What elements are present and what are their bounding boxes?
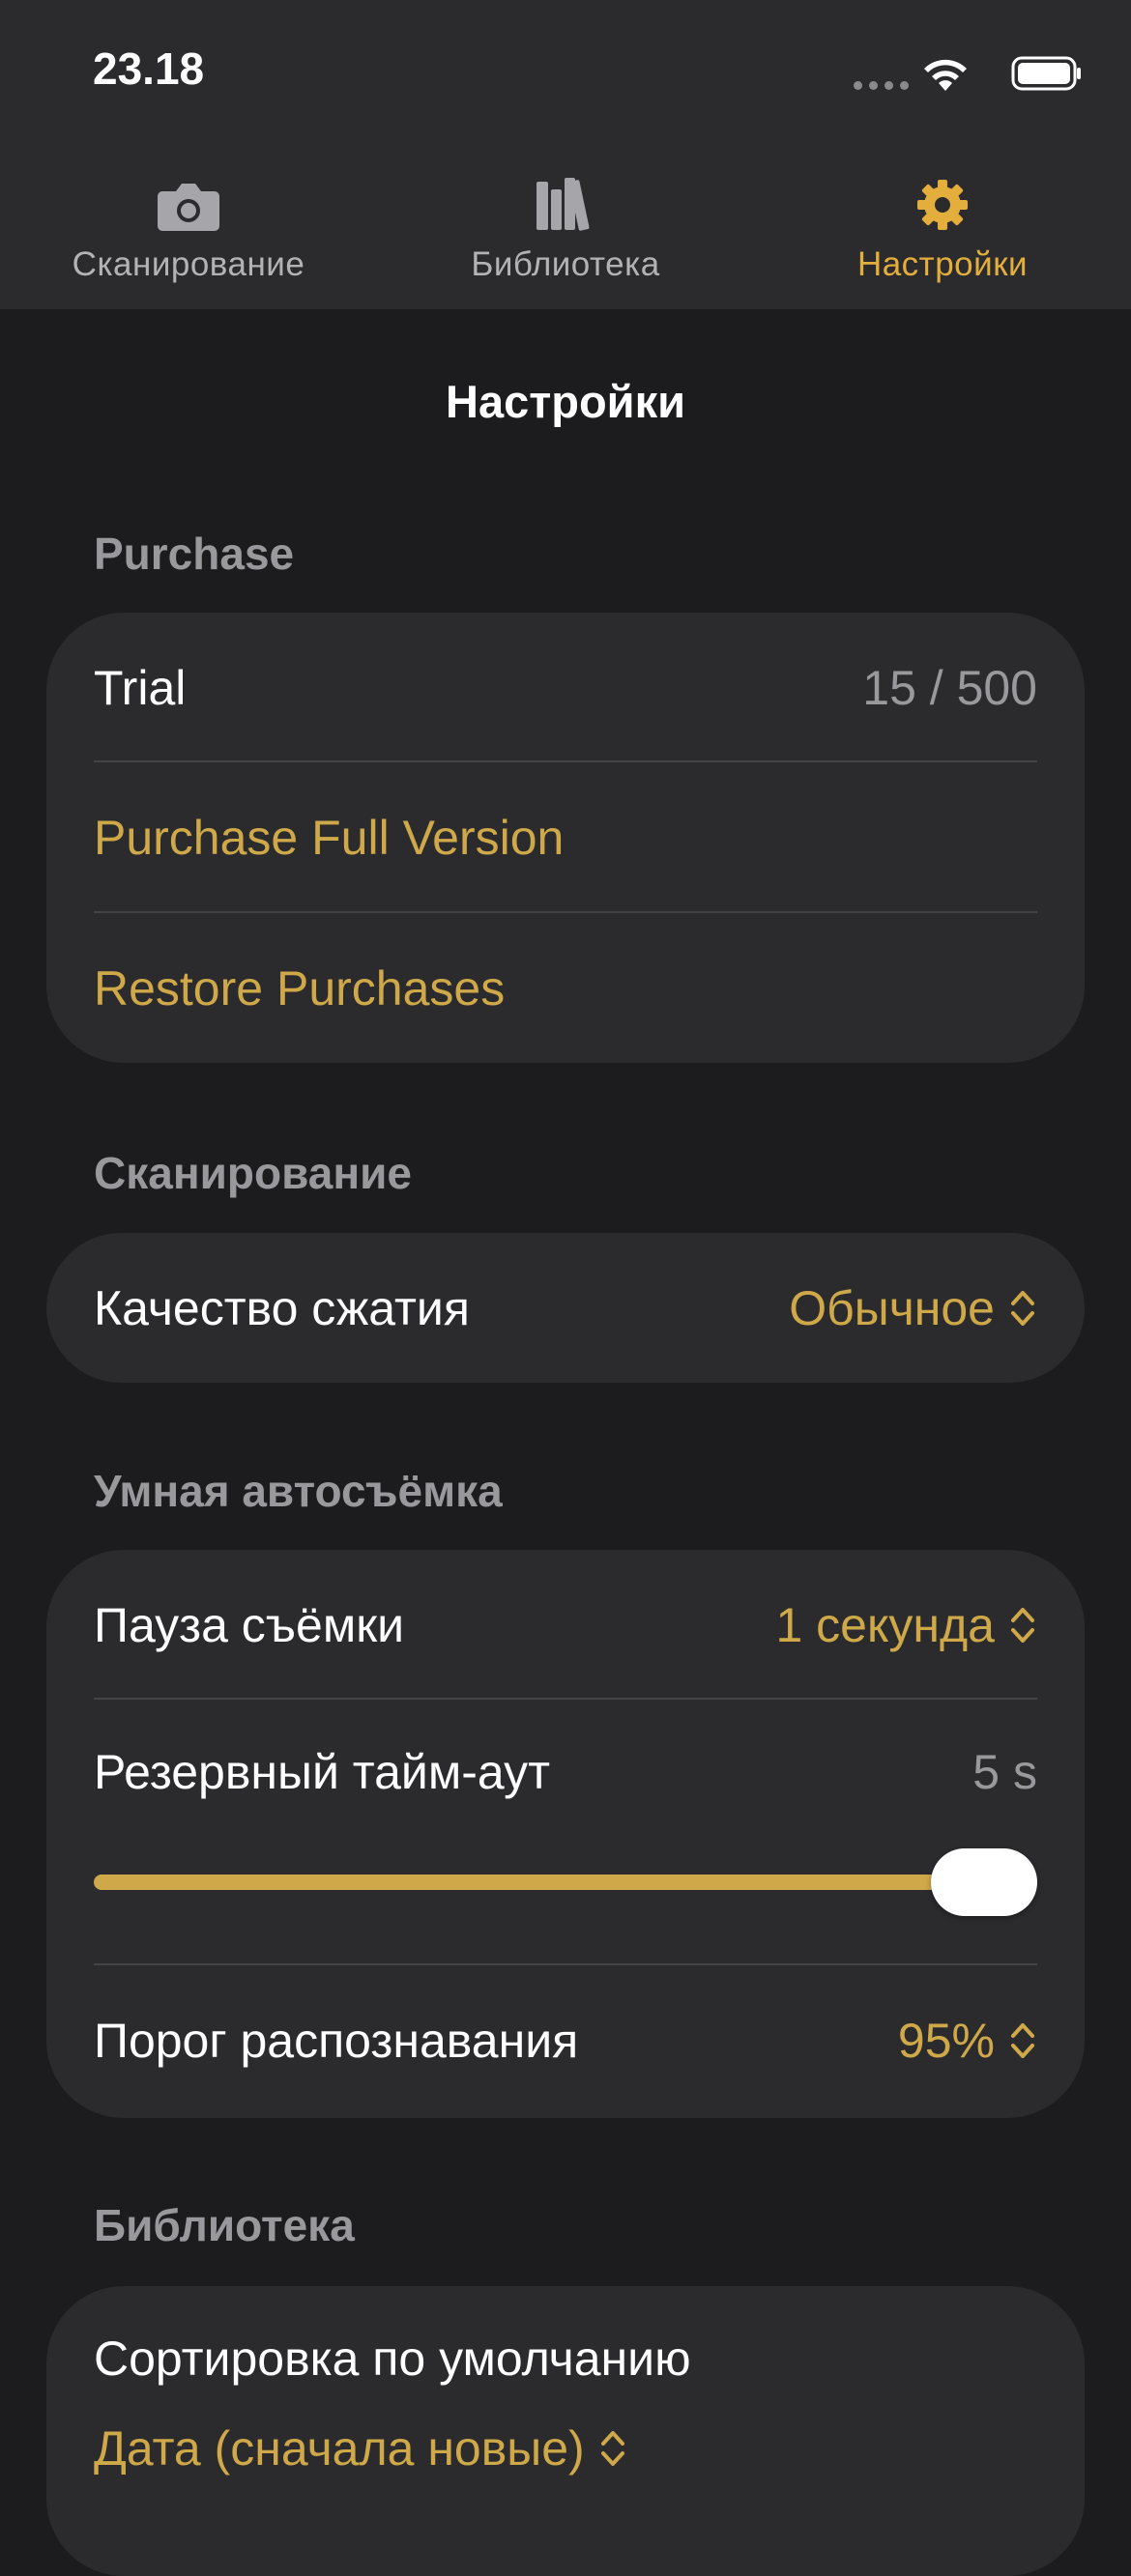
status-icons	[793, 50, 1083, 99]
library-icon	[536, 178, 590, 231]
default-sort-label: Сортировка по умолчанию	[94, 2332, 691, 2386]
default-sort-picker[interactable]: Дата (сначала новые)	[94, 2420, 627, 2476]
trial-label: Trial	[94, 660, 187, 715]
chevron-up-down-icon	[1011, 1607, 1034, 1643]
purchase-full-version-label: Purchase Full Version	[94, 810, 565, 865]
library-group: Сортировка по умолчанию Дата (сначала но…	[46, 2286, 1085, 2576]
trial-row: Trial 15 / 500	[94, 613, 1037, 762]
fallback-timeout-label: Резервный тайм-аут	[94, 1745, 551, 1799]
compression-quality-row: Качество сжатия Обычное	[94, 1233, 1037, 1383]
recognition-threshold-label: Порог распознавания	[94, 2013, 579, 2068]
purchase-full-version-button[interactable]: Purchase Full Version	[94, 762, 1037, 912]
tab-library-label: Библиотека	[471, 245, 660, 283]
capture-pause-picker[interactable]: 1 секунда	[775, 1597, 1037, 1653]
chevron-up-down-icon	[1011, 2022, 1034, 2058]
compression-quality-label: Качество сжатия	[94, 1280, 470, 1335]
restore-purchases-label: Restore Purchases	[94, 960, 506, 1016]
gear-icon	[917, 180, 968, 230]
wifi-icon	[924, 59, 967, 91]
smart-capture-group: Пауза съёмки 1 секунда Резервный тайм-ау…	[46, 1550, 1085, 2118]
page-title: Настройки	[446, 376, 685, 427]
tab-settings[interactable]: Настройки	[754, 164, 1131, 309]
battery-icon	[1011, 56, 1081, 91]
capture-pause-row: Пауза съёмки 1 секунда	[94, 1550, 1037, 1700]
section-header-scanning: Сканирование	[94, 1148, 412, 1198]
tab-library[interactable]: Библиотека	[377, 164, 754, 309]
section-header-library: Библиотека	[94, 2200, 355, 2250]
trial-value: 15 / 500	[862, 660, 1037, 715]
recognition-threshold-picker[interactable]: 95%	[898, 2013, 1037, 2069]
recognition-threshold-value: 95%	[897, 2013, 995, 2068]
scanning-group: Качество сжатия Обычное	[46, 1233, 1085, 1383]
status-time: 23.18	[93, 43, 205, 94]
tab-scanning-label: Сканирование	[72, 245, 305, 283]
chevron-up-down-icon	[1011, 1290, 1034, 1326]
camera-icon	[158, 184, 219, 231]
default-sort-value: Дата (сначала новые)	[94, 2421, 585, 2476]
restore-purchases-button[interactable]: Restore Purchases	[94, 913, 1037, 1063]
section-header-smart-capture: Умная автосъёмка	[94, 1466, 503, 1516]
section-header-purchase: Purchase	[94, 529, 295, 579]
compression-quality-picker[interactable]: Обычное	[789, 1280, 1037, 1336]
tab-bar: Сканирование Библиотека Настройки	[0, 155, 1131, 309]
top-bar: 23.18 Сканирование Библиотека Настройки	[0, 0, 1131, 309]
chevron-up-down-icon	[600, 2431, 624, 2466]
fallback-timeout-value: 5 s	[972, 1745, 1037, 1799]
capture-pause-value: 1 секунда	[775, 1597, 995, 1652]
recognition-threshold-row: Порог распознавания 95%	[94, 1965, 1037, 2115]
fallback-timeout-slider[interactable]	[94, 1875, 1037, 1890]
fallback-timeout-row: Резервный тайм-аут 5 s	[94, 1700, 1037, 1845]
tab-scanning[interactable]: Сканирование	[0, 164, 377, 309]
purchase-group: Trial 15 / 500 Purchase Full Version Res…	[46, 613, 1085, 1063]
tab-settings-label: Настройки	[856, 245, 1029, 283]
capture-pause-label: Пауза съёмки	[94, 1597, 405, 1652]
default-sort-value-row: Дата (сначала новые)	[94, 2400, 1037, 2497]
cellular-signal-icon	[854, 81, 909, 90]
slider-thumb[interactable]	[931, 1848, 1037, 1916]
compression-quality-value: Обычное	[789, 1280, 995, 1335]
